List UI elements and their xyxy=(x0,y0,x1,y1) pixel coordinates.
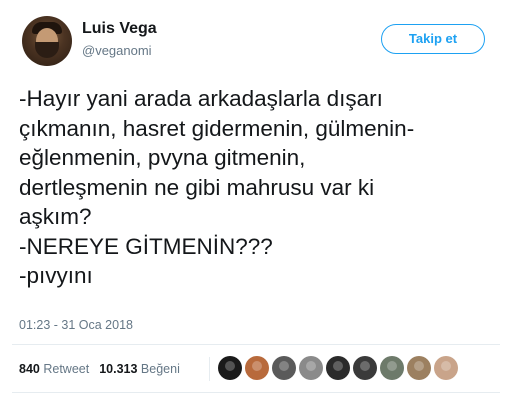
like-count: 10.313 xyxy=(99,362,138,376)
tweet-line: -pıvyını xyxy=(19,263,93,288)
liker-avatar-4[interactable] xyxy=(299,356,323,380)
tweet-line: dertleşmenin ne gibi mahrusu var ki xyxy=(19,174,375,200)
retweet-count: 840 xyxy=(19,362,40,376)
stats-separator xyxy=(209,357,210,381)
tweet-timestamp[interactable]: 01:23 - 31 Oca 2018 xyxy=(19,318,133,332)
liker-avatar-9[interactable] xyxy=(434,356,458,380)
like-label: Beğeni xyxy=(140,362,180,376)
retweet-stat[interactable]: 840 Retweet xyxy=(19,362,89,376)
liker-avatar-5[interactable] xyxy=(326,356,350,380)
user-avatar[interactable] xyxy=(22,16,72,66)
liker-avatar-2[interactable] xyxy=(245,356,269,380)
tweet-line: aşkım? xyxy=(19,204,92,229)
liker-avatar-1[interactable] xyxy=(218,356,242,380)
follow-button[interactable]: Takip et xyxy=(381,24,485,54)
liker-avatar-3[interactable] xyxy=(272,356,296,380)
user-handle[interactable]: @veganomi xyxy=(82,43,152,58)
tweet-line: -NEREYE GİTMENİN??? xyxy=(19,233,273,259)
user-display-name[interactable]: Luis Vega xyxy=(82,20,157,38)
avatar-beard xyxy=(35,42,59,58)
liker-avatar-6[interactable] xyxy=(353,356,377,380)
tweet-stats: 840 Retweet 10.313 Beğeni xyxy=(19,362,180,376)
tweet-line: -Hayır yani arada arkadaşlarla dışarı xyxy=(19,86,383,111)
liker-avatars xyxy=(218,356,458,382)
divider-bottom xyxy=(12,392,500,393)
liker-avatar-7[interactable] xyxy=(380,356,404,380)
divider-top xyxy=(12,344,500,345)
tweet-line: çıkmanın, hasret gidermenin, gülmenin- xyxy=(19,115,415,141)
tweet-line: eğlenmenin, pvyna gitmenin, xyxy=(19,145,306,170)
like-stat[interactable]: 10.313 Beğeni xyxy=(99,362,180,376)
retweet-label: Retweet xyxy=(43,362,90,376)
tweet-text: -Hayır yani arada arkadaşlarla dışarı çı… xyxy=(19,84,507,291)
liker-avatar-8[interactable] xyxy=(407,356,431,380)
